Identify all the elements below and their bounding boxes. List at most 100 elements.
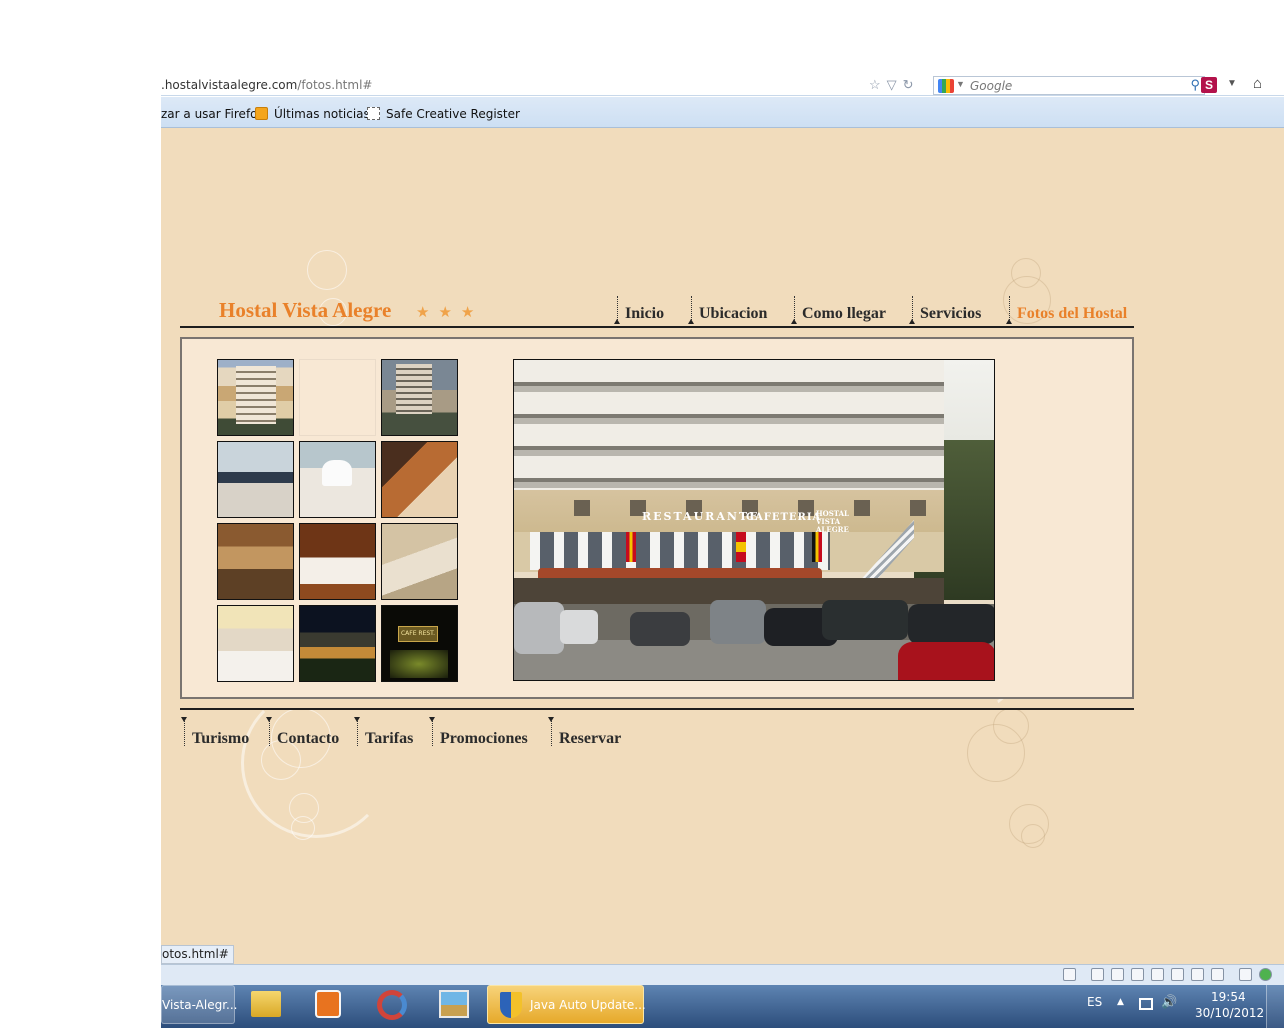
show-desktop-button[interactable] <box>1266 985 1284 1028</box>
nav-ubicacion[interactable]: Ubicacion <box>699 305 767 323</box>
page-viewport: Hostal Vista Alegre ★★★ Inicio Ubicacion… <box>161 128 1284 964</box>
nav-como-llegar[interactable]: Como llegar <box>802 305 886 323</box>
deco-circle <box>1021 824 1045 848</box>
clock-time[interactable]: 19:54 <box>1211 990 1246 1004</box>
thumb-building-shape <box>236 366 276 424</box>
chrome-like-icon[interactable] <box>377 990 407 1020</box>
nav-separator <box>614 296 620 324</box>
clock-date[interactable]: 30/10/2012 <box>1195 1006 1264 1020</box>
addon-dropdown-icon[interactable]: ▼ <box>1227 78 1237 89</box>
search-box[interactable]: ▼ Google ⚲ <box>933 76 1205 95</box>
photo-car-dark <box>908 604 994 644</box>
google-engine-icon[interactable] <box>938 79 954 93</box>
history-dropdown-icon[interactable]: ▽ <box>887 77 903 92</box>
bookmark-news-label: Últimas noticias <box>274 107 370 121</box>
nav-promociones[interactable]: Promociones <box>440 730 528 748</box>
thumb-night-facade[interactable] <box>299 605 376 682</box>
addon-bar <box>161 964 1284 985</box>
thumb-dining-room[interactable] <box>217 441 294 518</box>
picture-viewer-icon[interactable] <box>439 990 469 1018</box>
nav-servicios[interactable]: Servicios <box>920 305 981 323</box>
thumb-empty-slot <box>299 359 376 436</box>
thumb-building-shape <box>396 364 432 414</box>
rating-stars: ★★★ <box>416 304 484 321</box>
photo-car-white <box>560 610 598 644</box>
task-java-update[interactable]: Java Auto Update... <box>487 985 646 1024</box>
rss-icon <box>255 107 268 120</box>
photo-restaurant-windows <box>530 532 830 570</box>
url-bar-icons: ☆▽↻ <box>869 77 920 93</box>
home-icon[interactable]: ⌂ <box>1253 75 1262 92</box>
language-indicator[interactable]: ES <box>1087 995 1102 1009</box>
nav-fotos[interactable]: Fotos del Hostal <box>1017 305 1127 323</box>
network-icon[interactable] <box>1139 998 1153 1010</box>
chart-icon[interactable] <box>1211 968 1224 981</box>
engine-dropdown-icon[interactable]: ▼ <box>956 79 965 89</box>
nav-separator <box>548 717 554 746</box>
thumb-staircase[interactable] <box>381 441 458 518</box>
print-icon[interactable] <box>1151 968 1164 981</box>
thumb-hotel-facade[interactable] <box>217 359 294 436</box>
nav-separator <box>266 717 272 746</box>
thumb-napkin-shape <box>322 460 352 486</box>
task-firefox-label: Vista-Alegr... <box>162 998 238 1012</box>
url-text[interactable]: .hostalvistaalegre.com/fotos.html# <box>161 78 372 92</box>
nav-contacto[interactable]: Contacto <box>277 730 339 748</box>
taskbar: Vista-Alegr... Java Auto Update... ES ▲ … <box>161 985 1284 1028</box>
task-firefox-window[interactable]: Vista-Alegr... <box>161 985 238 1024</box>
nav-tarifas[interactable]: Tarifas <box>365 730 413 748</box>
site-title[interactable]: Hostal Vista Alegre <box>219 298 391 323</box>
photo-hostal-sign: HOSTAL VISTA ALEGRE <box>816 509 849 534</box>
window-icon[interactable] <box>1191 968 1204 981</box>
url-bar[interactable]: .hostalvistaalegre.com/fotos.html# ☆▽↻ ▼… <box>161 75 1284 96</box>
settings-icon[interactable] <box>1239 968 1252 981</box>
nav-separator <box>1006 296 1012 324</box>
search-input[interactable]: Google <box>970 79 1012 93</box>
refresh-icon[interactable] <box>1171 968 1184 981</box>
tool-icon[interactable] <box>1111 968 1124 981</box>
addon-s-icon[interactable]: S <box>1201 77 1217 93</box>
nav-turismo[interactable]: Turismo <box>192 730 249 748</box>
reload-icon[interactable]: ↻ <box>903 77 920 92</box>
thumb-plants-shape <box>390 650 448 678</box>
photo-car-suv <box>710 600 766 644</box>
nav-separator <box>791 296 797 324</box>
pencil-icon[interactable] <box>1091 968 1104 981</box>
gallery-panel: CAFE REST. RESTAURANTE CAFETERIA HOSTAL … <box>180 337 1134 699</box>
bookmark-firefox[interactable]: zar a usar Firefox <box>161 107 264 121</box>
thumb-bedroom[interactable] <box>299 523 376 600</box>
photo-awning <box>538 568 822 578</box>
new-page-icon[interactable] <box>1063 968 1076 981</box>
deco-swirl <box>241 688 391 838</box>
photo-car-jeep <box>822 600 908 640</box>
bookmark-news[interactable]: Últimas noticias <box>255 107 370 121</box>
tray-expand-icon[interactable]: ▲ <box>1117 997 1124 1007</box>
photo-restaurant-sign: RESTAURANTE <box>642 510 760 523</box>
folder-icon[interactable] <box>251 991 281 1017</box>
url-path: /fotos.html# <box>297 78 373 92</box>
thumb-cafeteria[interactable] <box>217 605 294 682</box>
photo-upper-floors <box>514 360 944 490</box>
photo-flag <box>736 532 746 562</box>
search-icon[interactable]: ⚲ <box>1190 77 1200 93</box>
thumb-bathroom[interactable] <box>381 523 458 600</box>
photo-flag <box>626 532 636 562</box>
nav-reservar[interactable]: Reservar <box>559 730 621 748</box>
volume-icon[interactable]: 🔊 <box>1161 995 1177 1010</box>
thumb-reception[interactable] <box>217 523 294 600</box>
shield-icon <box>500 992 522 1018</box>
bookmark-safe-creative[interactable]: Safe Creative Register <box>367 107 520 121</box>
status-bar-url: otos.html# <box>161 945 234 964</box>
thumb-night-sign[interactable]: CAFE REST. <box>381 605 458 682</box>
deco-circle <box>993 708 1029 744</box>
status-ok-icon[interactable] <box>1259 968 1272 981</box>
thumb-table-setting[interactable] <box>299 441 376 518</box>
main-photo-hotel: RESTAURANTE CAFETERIA HOSTAL VISTA ALEGR… <box>513 359 995 681</box>
deco-circle <box>307 250 347 290</box>
nav-inicio[interactable]: Inicio <box>625 305 664 323</box>
bookmark-star-icon[interactable]: ☆ <box>869 77 887 92</box>
save-icon[interactable] <box>1131 968 1144 981</box>
media-player-icon[interactable] <box>315 990 341 1018</box>
screen-margin <box>0 0 161 1028</box>
thumb-hotel-side[interactable] <box>381 359 458 436</box>
